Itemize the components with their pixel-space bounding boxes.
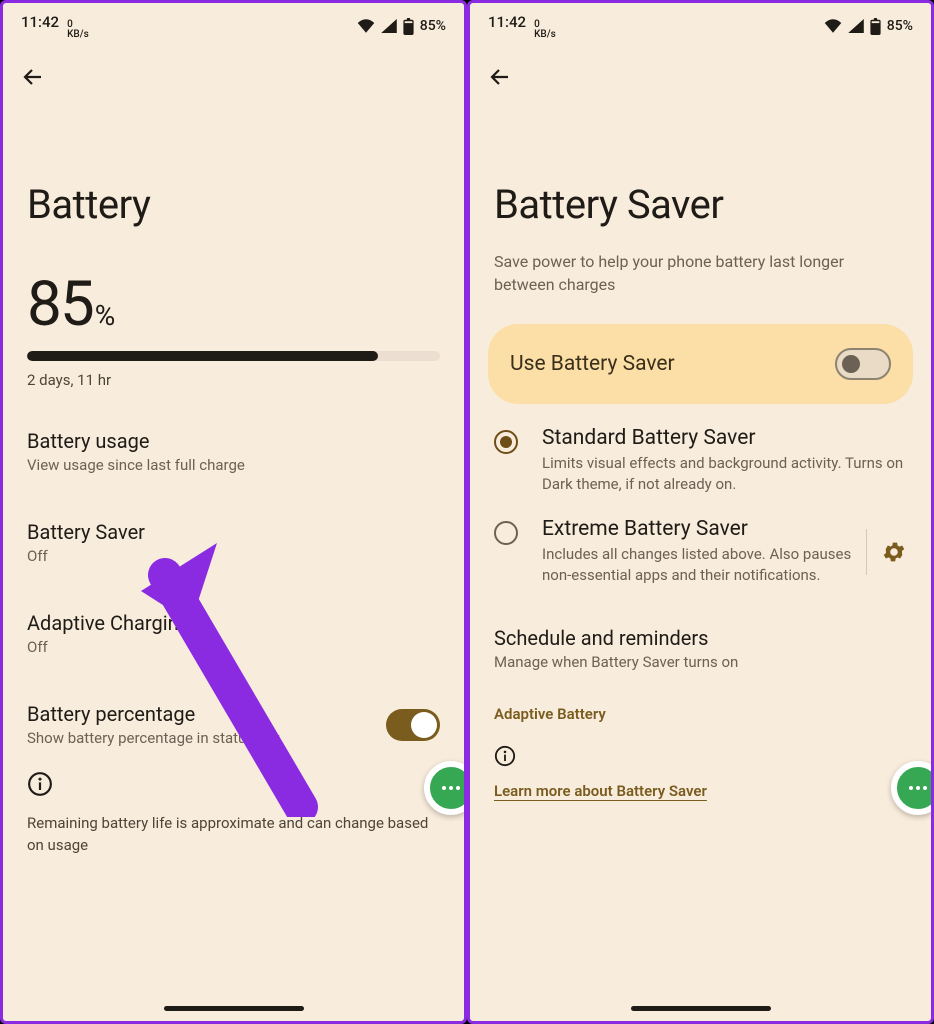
item-title: Schedule and reminders [494,626,907,650]
back-button[interactable] [486,63,514,91]
status-bar: 11:42 0 KB/s 85% [470,3,931,41]
status-netrate: 0 KB/s [534,20,556,40]
option-sub: Limits visual effects and background act… [542,453,907,495]
phone-battery-saver-screen: 11:42 0 KB/s 85% Battery Saver Save powe… [467,0,934,1024]
status-battery-pct: 85% [420,18,446,34]
info-icon [27,771,53,797]
item-sub: Show battery percentage in status bar [27,729,279,747]
battery-bar [27,351,440,361]
page-title: Battery [3,93,464,228]
item-title: Battery percentage [27,702,279,726]
adaptive-battery-link[interactable]: Adaptive Battery [470,677,931,723]
back-button[interactable] [19,63,47,91]
signal-icon [848,19,864,33]
signal-icon [381,19,397,33]
item-sub: Off [27,547,440,565]
battery-footnote: Remaining battery life is approximate an… [3,801,464,857]
extreme-saver-option[interactable]: Extreme Battery Saver Includes all chang… [470,495,931,586]
nav-pill[interactable] [164,1006,304,1011]
option-sub: Includes all changes listed above. Also … [542,544,852,586]
radio-unselected-icon [494,521,518,545]
fab-button[interactable] [891,761,934,815]
standard-saver-option[interactable]: Standard Battery Saver Limits visual eff… [470,404,931,495]
use-battery-saver-label: Use Battery Saver [510,352,675,376]
gear-icon[interactable] [881,539,907,565]
learn-more-link[interactable]: Learn more about Battery Saver [494,782,707,800]
battery-saver-item[interactable]: Battery Saver Off [27,502,440,571]
use-battery-saver-row[interactable]: Use Battery Saver [488,324,913,404]
status-netrate: 0 KB/s [67,20,89,40]
status-time: 11:42 [21,13,59,31]
item-title: Battery usage [27,429,440,453]
status-battery-pct: 85% [887,18,913,34]
more-icon [909,786,927,790]
status-bar: 11:42 0 KB/s 85% [3,3,464,41]
item-title: Adaptive Charging [27,611,440,635]
item-sub: View usage since last full charge [27,456,440,474]
arrow-back-icon [488,65,512,89]
battery-usage-item[interactable]: Battery usage View usage since last full… [27,411,440,480]
toggle-knob [411,712,437,738]
battery-percentage-item[interactable]: Battery percentage Show battery percenta… [27,684,440,753]
option-title: Extreme Battery Saver [542,517,852,541]
status-time: 11:42 [488,13,526,31]
info-icon [494,745,516,767]
toggle-knob [842,355,860,373]
more-icon [442,786,460,790]
divider [866,529,867,575]
wifi-icon [824,19,842,33]
option-title: Standard Battery Saver [542,426,907,450]
adaptive-charging-item[interactable]: Adaptive Charging Off [27,593,440,662]
item-title: Battery Saver [27,520,440,544]
radio-selected-icon [494,430,518,454]
item-sub: Off [27,638,440,656]
schedule-reminders-item[interactable]: Schedule and reminders Manage when Batte… [494,608,907,677]
battery-icon [870,18,881,35]
page-title: Battery Saver [470,93,931,228]
wifi-icon [357,19,375,33]
battery-eta: 2 days, 11 hr [27,371,440,389]
nav-pill[interactable] [631,1006,771,1011]
battery-percentage-toggle[interactable] [386,709,440,741]
battery-icon [403,18,414,35]
phone-battery-screen: 11:42 0 KB/s 85% Battery 85 % [0,0,467,1024]
arrow-back-icon [21,65,45,89]
page-subtitle: Save power to help your phone battery la… [470,228,931,296]
battery-bar-fill [27,351,378,361]
use-battery-saver-toggle[interactable] [835,348,891,380]
battery-percent-display: 85 % [27,268,440,341]
item-sub: Manage when Battery Saver turns on [494,653,907,671]
